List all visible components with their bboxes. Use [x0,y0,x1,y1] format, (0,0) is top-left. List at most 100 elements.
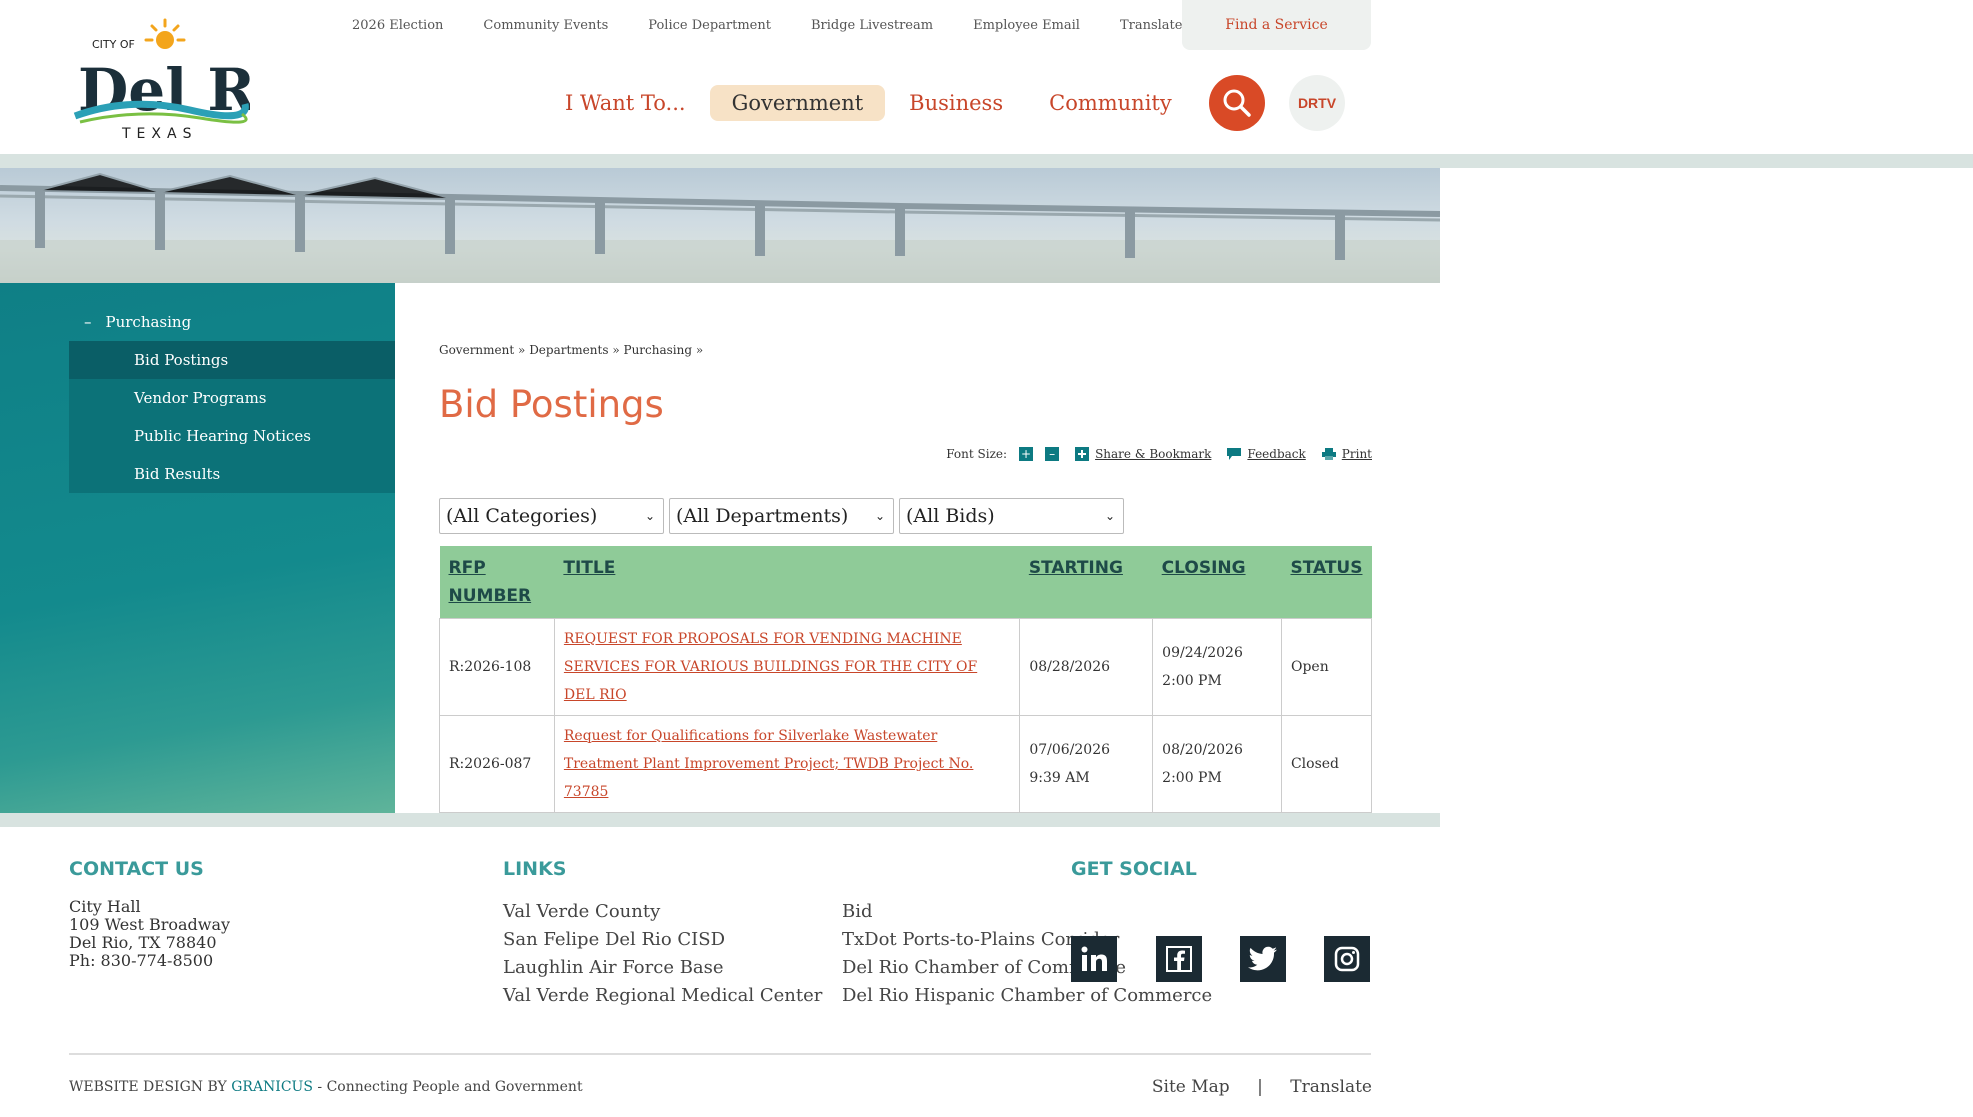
utility-nav: 2026 Election Community Events Police De… [352,0,1222,50]
sidebar-menu: – Purchasing Bid Postings Vendor Program… [69,303,395,493]
print-icon [1321,448,1336,460]
sidebar-item-vendor-programs[interactable]: Vendor Programs [69,379,395,417]
contact-line: 109 West Broadway [69,915,231,934]
font-increase-button[interactable]: + [1019,447,1034,461]
sidebar-item-public-hearing-notices[interactable]: Public Hearing Notices [69,417,395,455]
util-link-police[interactable]: Police Department [648,18,771,33]
breadcrumb: Government » Departments » Purchasing » [439,343,703,357]
sidebar-item-bid-results[interactable]: Bid Results [69,455,395,493]
footer-link[interactable]: Laughlin Air Force Base [503,954,822,982]
print-link[interactable]: Print [1342,447,1372,461]
bids-select-value: (All Bids) [906,505,995,527]
drtv-button[interactable]: DRTV [1289,75,1345,131]
breadcrumb-separator: » [518,343,526,357]
sidebar-item-bid-postings[interactable]: Bid Postings [69,341,395,379]
breadcrumb-separator: » [612,343,620,357]
chevron-down-icon: ⌄ [874,509,885,523]
share-icon [1075,447,1090,461]
breadcrumb-departments[interactable]: Departments [529,343,608,357]
instagram-button[interactable] [1324,936,1370,982]
links-column-1: Val Verde County San Felipe Del Rio CISD… [503,898,822,1010]
linkedin-button[interactable] [1071,936,1117,982]
nav-i-want-to[interactable]: I Want To... [543,85,708,121]
sort-closing[interactable]: CLOSING [1152,546,1282,619]
social-heading: GET SOCIAL [1071,858,1197,880]
links-heading: LINKS [503,858,567,880]
bid-title-link[interactable]: REQUEST FOR PROPOSALS FOR VENDING MACHIN… [564,631,977,703]
city-logo[interactable]: CITY OF Del Rio TEXAS [70,18,250,142]
category-select-value: (All Categories) [446,505,598,527]
footer-link[interactable]: Del Rio Hispanic Chamber of Commerce [842,982,1212,1010]
main-nav: I Want To... Government Business Communi… [543,83,1196,123]
sidebar-heading-purchasing[interactable]: – Purchasing [69,303,395,341]
footer-divider-strip [0,813,1440,827]
category-select[interactable]: (All Categories) ⌄ [439,498,664,534]
util-link-email[interactable]: Employee Email [973,18,1080,33]
site-header: CITY OF Del Rio TEXAS 2026 Election Comm… [0,0,1973,154]
footer-divider [69,1053,1371,1055]
contact-phone[interactable]: Ph: 830-774-8500 [69,952,230,970]
share-bookmark-link[interactable]: Share & Bookmark [1095,447,1211,461]
footer-link[interactable]: Val Verde County [503,898,822,926]
department-select-value: (All Departments) [676,505,849,527]
facebook-button[interactable] [1156,936,1202,982]
department-select[interactable]: (All Departments) ⌄ [669,498,894,534]
nav-community[interactable]: Community [1027,85,1194,121]
contact-info: City Hall 109 West Broadway Del Rio, TX … [69,898,230,970]
site-map-link[interactable]: Site Map [1152,1077,1230,1097]
granicus-link[interactable]: GRANICUS [231,1079,313,1095]
closing-date: 09/24/2026 2:00 PM [1152,618,1282,716]
nav-government[interactable]: Government [709,85,886,121]
bid-title-cell: Request for Qualifications for Silverlak… [553,715,1021,813]
table-row: R:2026-087 Request for Qualifications fo… [439,715,1373,813]
feedback-link[interactable]: Feedback [1247,447,1305,461]
sort-title[interactable]: TITLE [554,546,1020,619]
breadcrumb-separator: » [695,343,704,357]
breadcrumb-purchasing[interactable]: Purchasing [624,343,693,357]
starting-date: 08/28/2026 [1019,618,1154,716]
logo-state: TEXAS [121,126,197,142]
starting-date: 07/06/2026 9:39 AM [1019,715,1154,813]
rfp-number: R:2026-108 [439,618,555,716]
font-decrease-button[interactable]: – [1045,447,1060,461]
bottom-separator: | [1257,1077,1263,1097]
util-link-translate[interactable]: Translate [1120,18,1183,33]
find-service-button[interactable]: Find a Service [1182,0,1371,50]
bottom-links: Site Map | Translate [1152,1077,1372,1097]
bids-table: RFP NUMBER TITLE STARTING CLOSING STATUS… [439,546,1373,813]
facebook-icon [1166,946,1192,972]
util-link-bridge[interactable]: Bridge Livestream [811,18,933,33]
rfp-number: R:2026-087 [439,715,555,813]
nav-business[interactable]: Business [887,85,1025,121]
bid-title-cell: REQUEST FOR PROPOSALS FOR VENDING MACHIN… [553,618,1021,716]
util-link-events[interactable]: Community Events [483,18,608,33]
twitter-icon [1248,946,1277,971]
instagram-icon [1334,946,1360,972]
breadcrumb-government[interactable]: Government [439,343,514,357]
chevron-down-icon: ⌄ [644,509,655,523]
page-tools: Font Size: + – Share & Bookmark Feedback… [946,447,1372,461]
logo-city-of: CITY OF [92,38,135,51]
footer-link[interactable]: Bid [842,898,1212,926]
credit-suffix: - Connecting People and Government [317,1079,583,1095]
contact-line: Del Rio, TX 78840 [69,933,217,952]
collapse-icon[interactable]: – [84,313,92,331]
footer-link[interactable]: San Felipe Del Rio CISD [503,926,822,954]
bridge-illustration [0,172,1440,283]
bids-select[interactable]: (All Bids) ⌄ [899,498,1124,534]
sort-status[interactable]: STATUS [1281,546,1372,619]
sun-icon [144,18,186,49]
twitter-button[interactable] [1240,936,1286,982]
table-row: R:2026-108 REQUEST FOR PROPOSALS FOR VEN… [439,618,1373,716]
sort-starting[interactable]: STARTING [1019,546,1153,619]
sort-rfp-number[interactable]: RFP NUMBER [439,546,555,619]
closing-date: 08/20/2026 2:00 PM [1152,715,1282,813]
util-link-election[interactable]: 2026 Election [352,18,443,33]
bid-status: Closed [1280,715,1373,813]
bid-title-link[interactable]: Request for Qualifications for Silverlak… [564,728,973,800]
feedback-icon [1227,448,1242,460]
font-size-label: Font Size: [946,447,1008,461]
translate-link[interactable]: Translate [1290,1077,1372,1097]
search-button[interactable] [1209,75,1265,131]
footer-link[interactable]: Val Verde Regional Medical Center [503,982,822,1010]
